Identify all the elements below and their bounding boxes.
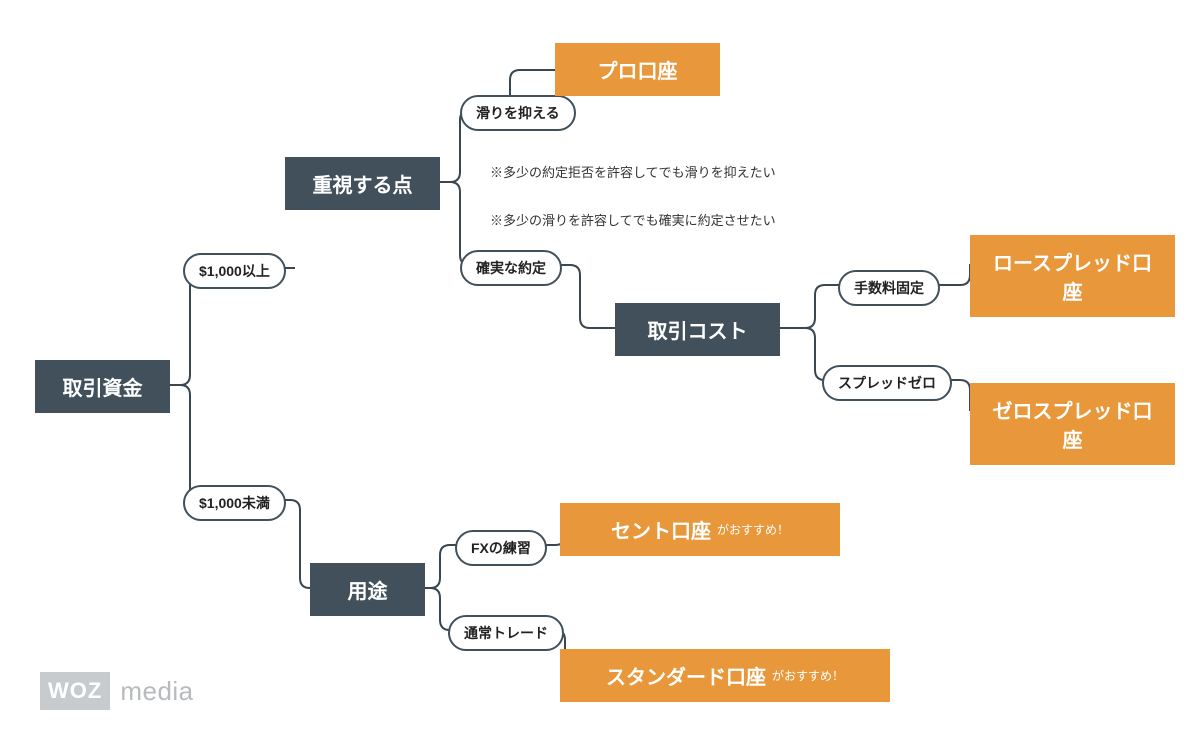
- result-pro: プロ口座: [555, 43, 720, 96]
- pill-normal-trade: 通常トレード: [448, 615, 564, 651]
- pill-spread-zero: スプレッドゼロ: [822, 365, 952, 401]
- pill-under-1000: $1,000未満: [183, 485, 286, 521]
- pill-fee-fixed: 手数料固定: [838, 270, 940, 306]
- result-cent-suffix: がおすすめ！: [717, 521, 789, 538]
- result-standard-main: スタンダード口座: [606, 661, 766, 690]
- result-standard-suffix: がおすすめ！: [772, 667, 844, 684]
- pill-sure-exec: 確実な約定: [460, 250, 562, 286]
- result-zerospread: ゼロスプレッド口座: [970, 383, 1175, 465]
- pill-reduce-slip: 滑りを抑える: [460, 95, 576, 131]
- node-focus: 重視する点: [285, 157, 440, 210]
- node-usage: 用途: [310, 563, 425, 616]
- result-cent: セント口座 がおすすめ！: [560, 503, 840, 556]
- logo-mark: WOZ: [40, 672, 110, 710]
- logo: WOZ media: [40, 672, 194, 710]
- node-cost: 取引コスト: [615, 303, 780, 356]
- note-slip: ※多少の約定拒否を許容してでも滑りを抑えたい: [490, 162, 776, 181]
- pill-fx-practice: FXの練習: [455, 530, 547, 566]
- result-lowspread: ロースプレッド口座: [970, 235, 1175, 317]
- node-root: 取引資金: [35, 360, 170, 413]
- connector-lines: [0, 0, 1200, 750]
- note-exec: ※多少の滑りを許容してでも確実に約定させたい: [490, 210, 776, 229]
- result-cent-main: セント口座: [611, 515, 711, 544]
- logo-text: media: [120, 676, 193, 707]
- result-standard: スタンダード口座 がおすすめ！: [560, 649, 890, 702]
- pill-over-1000: $1,000以上: [183, 253, 286, 289]
